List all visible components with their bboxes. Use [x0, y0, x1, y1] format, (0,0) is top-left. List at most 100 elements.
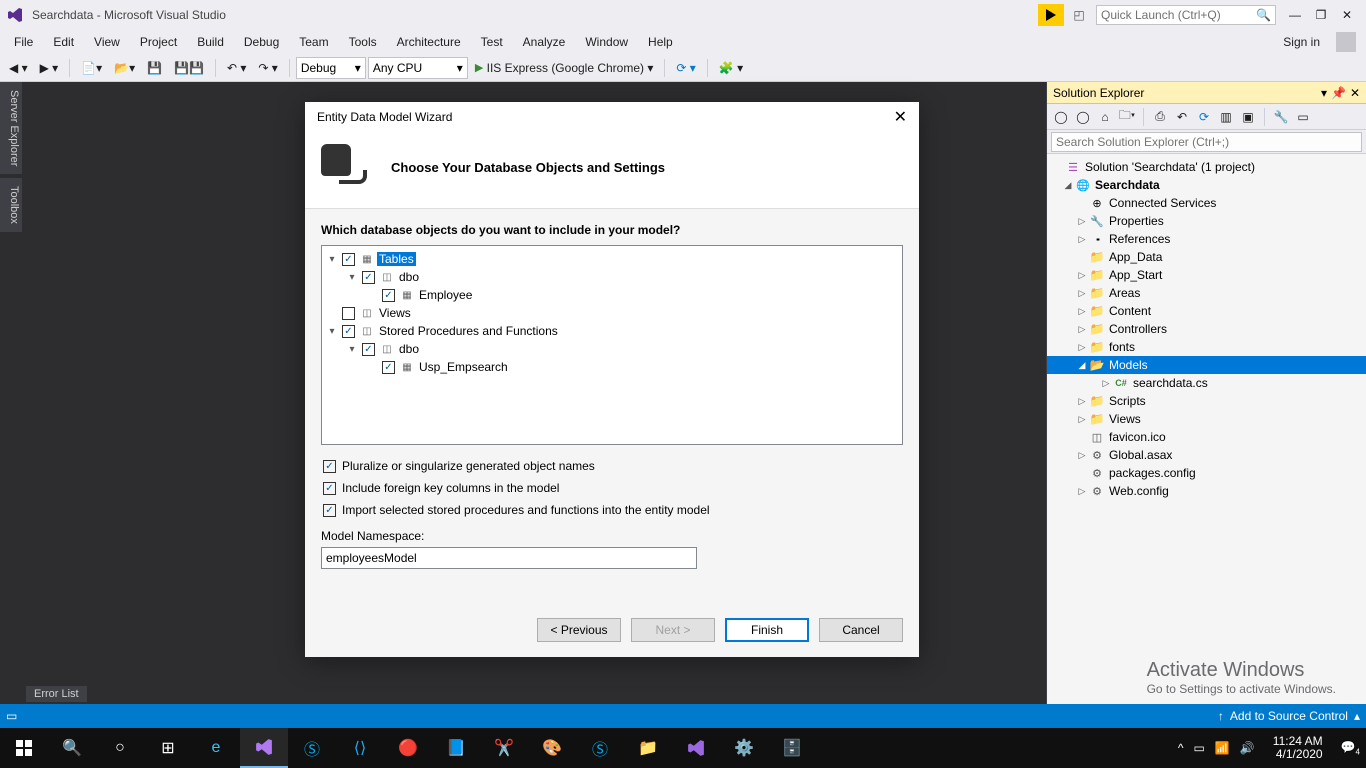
fk-checkbox[interactable] [323, 482, 336, 495]
fonts-node[interactable]: fonts [1109, 340, 1135, 354]
scripts-node[interactable]: Scripts [1109, 394, 1146, 408]
start-debug-button[interactable]: ▶ IIS Express (Google Chrome) ▾ [470, 57, 659, 79]
user-avatar-icon[interactable] [1336, 32, 1356, 52]
usp-node[interactable]: Usp_Empsearch [417, 360, 510, 374]
tables-node[interactable]: Tables [377, 252, 416, 266]
dbo2-checkbox[interactable] [362, 343, 375, 356]
cancel-button[interactable]: Cancel [819, 618, 903, 642]
config-combo[interactable]: Debug▾ [296, 57, 366, 79]
save-button[interactable]: 💾 [142, 57, 167, 79]
start-button[interactable] [0, 728, 48, 768]
nav-back-button[interactable]: ◀ ▾ [4, 57, 33, 79]
packages-node[interactable]: packages.config [1109, 466, 1196, 480]
taskbar-clock[interactable]: 11:24 AM 4/1/2020 [1265, 735, 1331, 761]
extensions-button[interactable]: 🧩 ▾ [714, 57, 748, 79]
sticky-button[interactable]: 📘 [432, 728, 480, 768]
expander-icon[interactable]: ▷ [1099, 378, 1113, 389]
close-button[interactable]: ✕ [1334, 4, 1360, 26]
import-checkbox[interactable] [323, 504, 336, 517]
properties-node[interactable]: Properties [1109, 214, 1164, 228]
webconfig-node[interactable]: Web.config [1109, 484, 1169, 498]
wifi-icon[interactable]: 📶 [1215, 741, 1230, 755]
expander-icon[interactable]: ▷ [1075, 234, 1089, 245]
content-node[interactable]: Content [1109, 304, 1151, 318]
paint-button[interactable]: 🎨 [528, 728, 576, 768]
controllers-node[interactable]: Controllers [1109, 322, 1167, 336]
expander-icon[interactable]: ▾ [324, 254, 340, 265]
expander-icon[interactable]: ▾ [344, 272, 360, 283]
expander-icon[interactable]: ▾ [324, 326, 340, 337]
expander-icon[interactable]: ▷ [1075, 306, 1089, 317]
dialog-close-button[interactable]: ✕ [894, 107, 907, 127]
models-node[interactable]: Models [1109, 358, 1148, 372]
refresh-icon[interactable]: ⟳ [1194, 107, 1214, 127]
menu-edit[interactable]: Edit [43, 32, 84, 52]
showall-icon[interactable]: ▥ [1216, 107, 1236, 127]
employee-checkbox[interactable] [382, 289, 395, 302]
chrome-button[interactable]: 🔴 [384, 728, 432, 768]
task-view-button[interactable]: ⊞ [144, 728, 192, 768]
snip-button[interactable]: ✂️ [480, 728, 528, 768]
server-explorer-tab[interactable]: Server Explorer [0, 82, 22, 174]
expander-icon[interactable]: ▷ [1075, 450, 1089, 461]
edge-button[interactable]: e [192, 728, 240, 768]
notifications-icon[interactable]: ◰ [1068, 4, 1090, 26]
expander-icon[interactable]: ▾ [344, 344, 360, 355]
tray-overflow-icon[interactable]: ^ [1178, 741, 1184, 755]
expander-icon[interactable]: ▷ [1075, 288, 1089, 299]
views-node[interactable]: Views [377, 306, 413, 320]
fwd-icon[interactable]: ◯ [1073, 107, 1093, 127]
dbo2-node[interactable]: dbo [397, 342, 421, 356]
views-node[interactable]: Views [1109, 412, 1141, 426]
search-button[interactable]: 🔍 [48, 728, 96, 768]
expander-icon[interactable]: ▷ [1075, 486, 1089, 497]
browser-link-refresh-button[interactable]: ⟳ ▾ [671, 57, 700, 79]
usp-checkbox[interactable] [382, 361, 395, 374]
preview-icon[interactable]: ▣ [1238, 107, 1258, 127]
expander-icon[interactable]: ◢ [1061, 180, 1075, 191]
expander-icon[interactable]: ▷ [1075, 216, 1089, 227]
tables-checkbox[interactable] [342, 253, 355, 266]
solution-node[interactable]: Solution 'Searchdata' (1 project) [1085, 160, 1255, 174]
global-node[interactable]: Global.asax [1109, 448, 1172, 462]
menu-architecture[interactable]: Architecture [387, 32, 471, 52]
skype2-button[interactable]: Ⓢ [576, 728, 624, 768]
explorer-button[interactable]: 📁 [624, 728, 672, 768]
vs-taskbar-button[interactable] [240, 728, 288, 768]
menu-build[interactable]: Build [187, 32, 234, 52]
sync-icon[interactable]: 🗀▾ [1117, 107, 1137, 127]
platform-combo[interactable]: Any CPU▾ [368, 57, 468, 79]
sprocs-checkbox[interactable] [342, 325, 355, 338]
views-checkbox[interactable] [342, 307, 355, 320]
menu-analyze[interactable]: Analyze [513, 32, 576, 52]
expander-icon[interactable]: ▷ [1075, 324, 1089, 335]
menu-tools[interactable]: Tools [339, 32, 387, 52]
pin-icon[interactable]: 📌 [1331, 86, 1346, 100]
sprocs-node[interactable]: Stored Procedures and Functions [377, 324, 560, 338]
menu-file[interactable]: File [4, 32, 43, 52]
quick-launch-input[interactable]: Quick Launch (Ctrl+Q) 🔍 [1096, 5, 1276, 25]
back-icon[interactable]: ◯ [1051, 107, 1071, 127]
menu-help[interactable]: Help [638, 32, 683, 52]
models-node-row[interactable]: ◢ Models [1047, 356, 1366, 374]
solution-tree[interactable]: Solution 'Searchdata' (1 project) ◢Searc… [1047, 154, 1366, 704]
appdata-node[interactable]: App_Data [1109, 250, 1162, 264]
restore-button[interactable]: ❐ [1308, 4, 1334, 26]
cortana-button[interactable]: ○ [96, 728, 144, 768]
solution-explorer-search-input[interactable] [1051, 132, 1362, 152]
view-icon[interactable]: ▭ [1293, 107, 1313, 127]
menu-test[interactable]: Test [471, 32, 513, 52]
areas-node[interactable]: Areas [1109, 286, 1140, 300]
skype-button[interactable]: Ⓢ [288, 728, 336, 768]
expander-icon[interactable]: ▷ [1075, 396, 1089, 407]
home-icon[interactable]: ⌂ [1095, 107, 1115, 127]
ssms-button[interactable]: 🗄️ [768, 728, 816, 768]
expander-icon[interactable]: ▷ [1075, 342, 1089, 353]
menu-team[interactable]: Team [289, 32, 338, 52]
employee-node[interactable]: Employee [417, 288, 474, 302]
open-file-button[interactable]: 📂▾ [109, 57, 140, 79]
expander-icon[interactable]: ◢ [1075, 360, 1089, 371]
feedback-flag-icon[interactable] [1038, 4, 1064, 26]
menu-window[interactable]: Window [575, 32, 638, 52]
searchdata-cs-node[interactable]: searchdata.cs [1133, 376, 1208, 390]
